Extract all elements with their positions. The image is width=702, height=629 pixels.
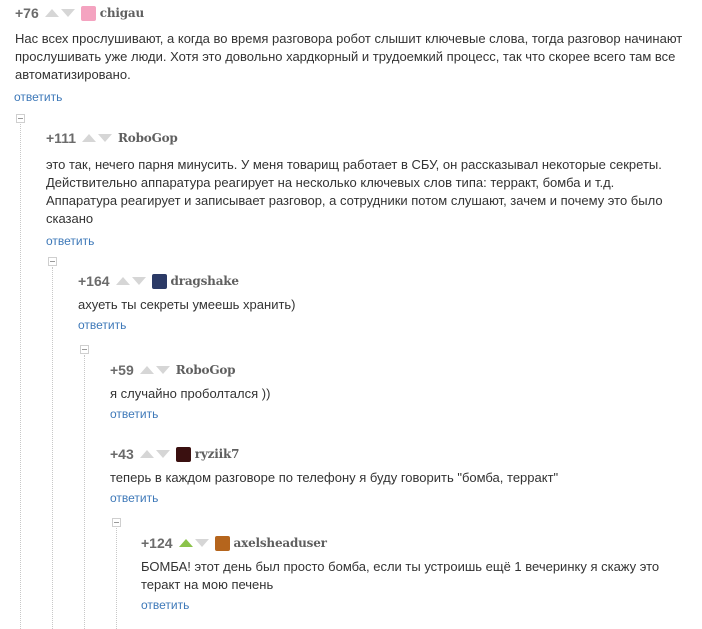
- thread-line: [52, 267, 53, 629]
- downvote-icon[interactable]: [155, 366, 170, 374]
- comment: +164 dragshake ахуеть ты секреты умеешь …: [78, 272, 678, 334]
- downvote-icon[interactable]: [155, 450, 170, 458]
- upvote-icon[interactable]: [178, 539, 193, 547]
- comment-header: +164 dragshake: [78, 272, 678, 290]
- comment-header: +111 RoboGop: [46, 129, 686, 147]
- comment-rating: +111: [46, 130, 76, 146]
- comment-rating: +164: [78, 273, 110, 289]
- collapse-toggle[interactable]: [48, 257, 57, 266]
- downvote-icon[interactable]: [131, 277, 146, 285]
- comment-text: Нас всех прослушивают, а когда во время …: [15, 31, 683, 82]
- comment-author[interactable]: chigau: [100, 6, 144, 20]
- downvote-icon[interactable]: [98, 134, 112, 142]
- comment-rating: +124: [141, 535, 173, 551]
- comment: +111 RoboGop это так, нечего парня минус…: [46, 129, 686, 250]
- collapse-toggle[interactable]: [112, 518, 121, 527]
- comment: +43 ryziik7 теперь в каждом разговоре по…: [110, 445, 680, 507]
- comment-author[interactable]: RoboGop: [118, 131, 178, 145]
- comment-header: +124 axelsheaduser: [141, 534, 681, 552]
- comment-text: БОМБА! этот день был просто бомба, если …: [141, 559, 660, 592]
- comment-rating: +59: [110, 362, 134, 378]
- avatar[interactable]: [80, 5, 96, 21]
- comment: +59 RoboGop я случайно проболтался )) от…: [110, 361, 680, 423]
- comment: +76 chigau Нас всех прослушивают, а когд…: [14, 4, 695, 106]
- avatar[interactable]: [214, 535, 230, 551]
- downvote-icon[interactable]: [60, 9, 75, 17]
- thread-line: [20, 124, 21, 629]
- comment-rating: +43: [110, 446, 134, 462]
- comment-header: +76 chigau: [15, 4, 695, 22]
- upvote-icon[interactable]: [44, 9, 59, 17]
- comment-author[interactable]: ryziik7: [195, 447, 240, 461]
- upvote-icon[interactable]: [139, 366, 154, 374]
- comment-text: теперь в каждом разговоре по телефону я …: [110, 470, 559, 485]
- upvote-icon[interactable]: [115, 277, 130, 285]
- thread-line: [116, 528, 117, 629]
- downvote-icon[interactable]: [194, 539, 209, 547]
- collapse-toggle[interactable]: [80, 345, 89, 354]
- reply-link[interactable]: ответить: [46, 234, 94, 248]
- reply-link[interactable]: ответить: [110, 491, 158, 505]
- avatar[interactable]: [175, 446, 191, 462]
- comment-text: это так, нечего парня минусить. У меня т…: [46, 157, 663, 226]
- comment-text: я случайно проболтался )): [110, 386, 271, 401]
- reply-link[interactable]: ответить: [141, 598, 189, 612]
- comment-header: +59 RoboGop: [110, 361, 680, 379]
- comment-author[interactable]: dragshake: [171, 274, 239, 288]
- comment-author[interactable]: axelsheaduser: [234, 536, 327, 550]
- avatar[interactable]: [151, 273, 167, 289]
- collapse-toggle[interactable]: [16, 114, 25, 123]
- comment-rating: +76: [15, 5, 39, 21]
- reply-link[interactable]: ответить: [110, 407, 158, 421]
- comment-author[interactable]: RoboGop: [176, 363, 236, 377]
- comment-text: ахуеть ты секреты умеешь хранить): [78, 297, 296, 312]
- upvote-icon[interactable]: [82, 134, 96, 142]
- reply-link[interactable]: ответить: [14, 90, 62, 104]
- upvote-icon[interactable]: [139, 450, 154, 458]
- thread-line: [84, 355, 85, 629]
- reply-link[interactable]: ответить: [78, 318, 126, 332]
- comment: +124 axelsheaduser БОМБА! этот день был …: [141, 534, 681, 614]
- comment-header: +43 ryziik7: [110, 445, 680, 463]
